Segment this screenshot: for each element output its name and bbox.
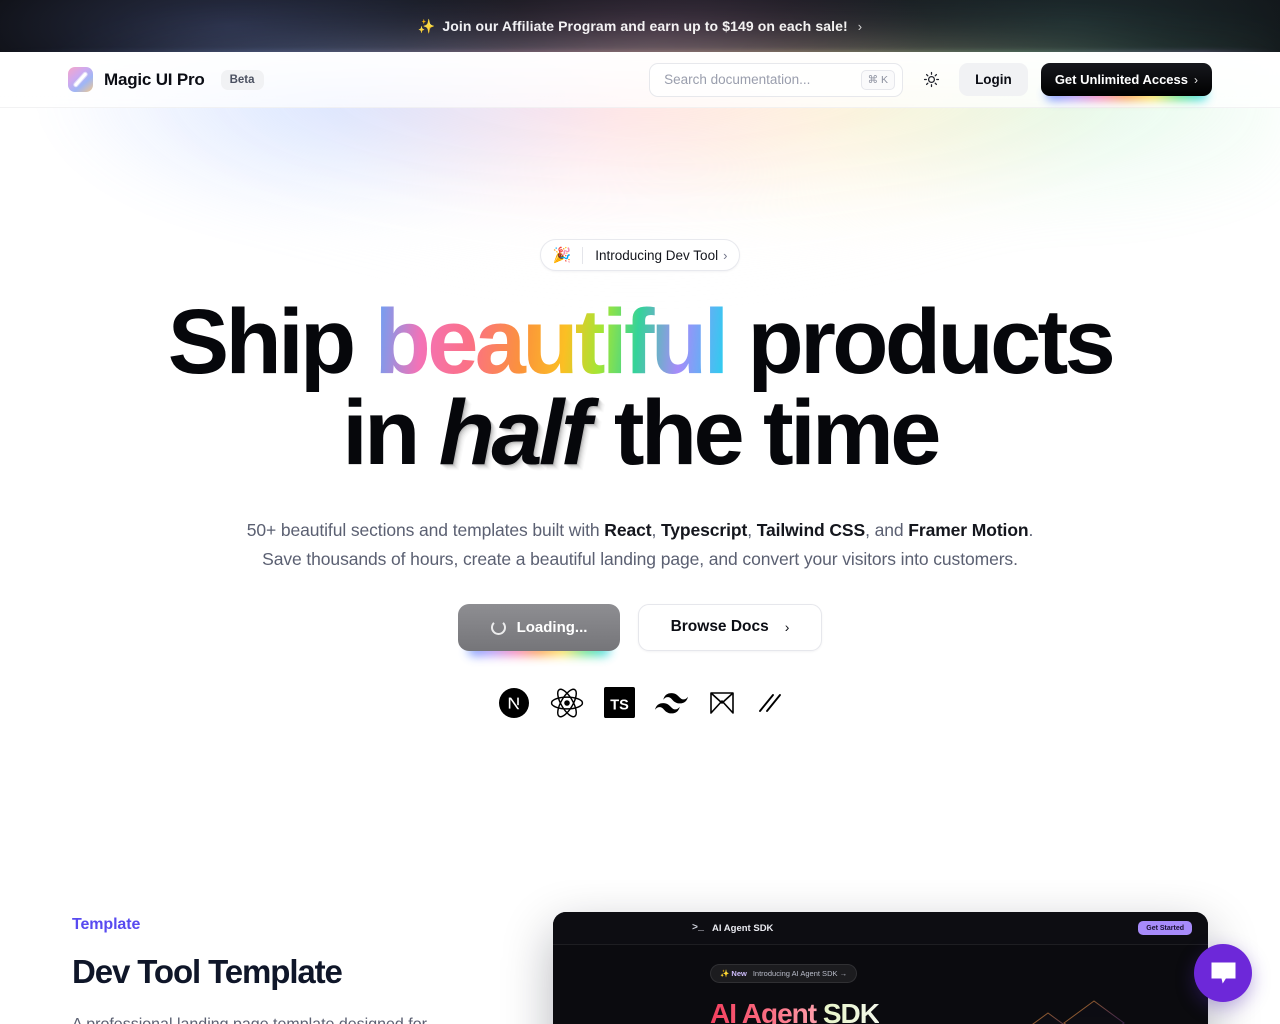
login-button[interactable]: Login: [959, 63, 1028, 96]
party-popper-icon: 🎉: [552, 246, 572, 264]
preview-nav: >_ AI Agent SDK Get Started: [553, 912, 1208, 945]
chevron-right-icon: ›: [857, 18, 863, 34]
sub-text-2: ,: [651, 520, 661, 541]
primary-cta-button[interactable]: Loading...: [458, 603, 620, 651]
template-preview-card[interactable]: >_ AI Agent SDK Get Started ✨ New Introd…: [553, 912, 1208, 1024]
tech-react: React: [604, 520, 652, 541]
svg-text:TS: TS: [610, 698, 629, 714]
preview-title-part-a: AI Agent: [710, 998, 823, 1024]
theme-toggle-button[interactable]: [916, 65, 946, 95]
primary-cta-label: Loading...: [516, 618, 588, 636]
sub-line-2: Save thousands of hours, create a beauti…: [262, 548, 1018, 569]
sub-text-5: .: [1028, 520, 1034, 541]
browse-docs-label: Browse Docs: [670, 618, 769, 636]
terminal-prompt-icon: >_: [692, 922, 705, 934]
template-section: Template Dev Tool Template A professiona…: [0, 880, 1280, 1024]
slashes-icon: [759, 693, 781, 712]
nextjs-icon: [499, 687, 529, 718]
isometric-cubes-graphic: [1032, 1000, 1125, 1024]
hero-cta-row: Loading... Browse Docs ›: [0, 603, 1280, 656]
preview-body: ✨ New Introducing AI Agent SDK → AI Agen…: [553, 945, 1208, 1024]
preview-badge-text: Introducing AI Agent SDK →: [752, 969, 848, 978]
primary-cta-wrapper: Loading...: [458, 603, 620, 656]
template-eyebrow: Template: [72, 916, 141, 933]
sun-icon: [923, 71, 939, 88]
search-input[interactable]: [664, 72, 861, 87]
chevron-right-icon: ›: [723, 247, 728, 263]
preview-brand: >_ AI Agent SDK: [692, 923, 773, 934]
preview-get-started-button[interactable]: Get Started: [1138, 921, 1192, 935]
template-copy: Template Dev Tool Template A professiona…: [72, 916, 502, 1024]
headline-gradient-word: beautiful: [374, 291, 730, 393]
preview-announce-badge[interactable]: ✨ New Introducing AI Agent SDK →: [710, 964, 858, 983]
browse-docs-button[interactable]: Browse Docs ›: [638, 603, 822, 651]
sub-text-4: , and: [865, 520, 909, 541]
search-shortcut-badge: ⌘ K: [860, 69, 896, 90]
typescript-icon: TS: [604, 687, 635, 719]
preview-badge-new: ✨ New: [720, 969, 747, 978]
preview-brand-name: AI Agent SDK: [712, 922, 774, 934]
tech-framer: Framer Motion: [908, 520, 1029, 541]
chevron-right-icon: ›: [1194, 72, 1198, 87]
get-unlimited-access-button[interactable]: Get Unlimited Access ›: [1040, 63, 1212, 96]
headline-part-2: products: [725, 291, 1115, 393]
sub-text-1: 50+ beautiful sections and templates bui…: [246, 520, 605, 541]
framer-motion-icon: [710, 692, 734, 714]
template-description: A professional landing page template des…: [72, 1012, 502, 1024]
introducing-badge[interactable]: 🎉 Introducing Dev Tool ›: [539, 239, 741, 271]
header-actions: ⌘ K Login Get Unlimited Access ›: [649, 62, 1212, 100]
introducing-badge-label: Introducing Dev Tool: [595, 247, 719, 263]
magic-wand-icon: [68, 67, 93, 92]
preview-title-part-b: SDK: [823, 998, 880, 1024]
chat-bubble-icon: [1211, 962, 1235, 983]
hero-section: 🎉 Introducing Dev Tool › Ship beautiful …: [0, 108, 1280, 719]
search-box[interactable]: ⌘ K: [649, 62, 904, 97]
chevron-right-icon: ›: [784, 619, 790, 636]
headline-part-3: in: [342, 382, 439, 485]
loading-spinner-icon: [490, 619, 506, 635]
cta-wrapper: Get Unlimited Access ›: [1040, 63, 1212, 100]
headline-part-1: Ship: [167, 291, 375, 393]
announcement-text: Join our Affiliate Program and earn up t…: [442, 18, 848, 34]
react-icon: [550, 688, 584, 718]
brand-name: Magic UI Pro: [104, 69, 205, 89]
cta-label: Get Unlimited Access: [1054, 72, 1188, 87]
brand-logo-link[interactable]: Magic UI Pro Beta: [68, 67, 264, 92]
headline-italic-word: half: [438, 382, 592, 485]
announcement-bar[interactable]: ✨ Join our Affiliate Program and earn up…: [0, 0, 1280, 52]
sub-text-3: ,: [747, 520, 757, 541]
site-header: Magic UI Pro Beta ⌘ K Login Get Unlimite…: [0, 52, 1280, 108]
sparkles-icon: ✨: [417, 17, 436, 34]
tailwindcss-icon: [655, 692, 688, 714]
tech-typescript: Typescript: [660, 520, 748, 541]
hero-headline: Ship beautiful products in half the time: [0, 296, 1280, 485]
beta-badge: Beta: [220, 69, 264, 90]
tech-tailwind: Tailwind CSS: [756, 520, 866, 541]
hero-subtitle: 50+ beautiful sections and templates bui…: [175, 516, 1105, 573]
tech-logo-row: TS: [0, 687, 1280, 719]
chat-widget-button[interactable]: [1194, 944, 1252, 1002]
announcement-link[interactable]: ✨ Join our Affiliate Program and earn up…: [418, 18, 862, 35]
headline-part-4: the time: [591, 382, 942, 485]
template-title: Dev Tool Template: [72, 953, 343, 990]
